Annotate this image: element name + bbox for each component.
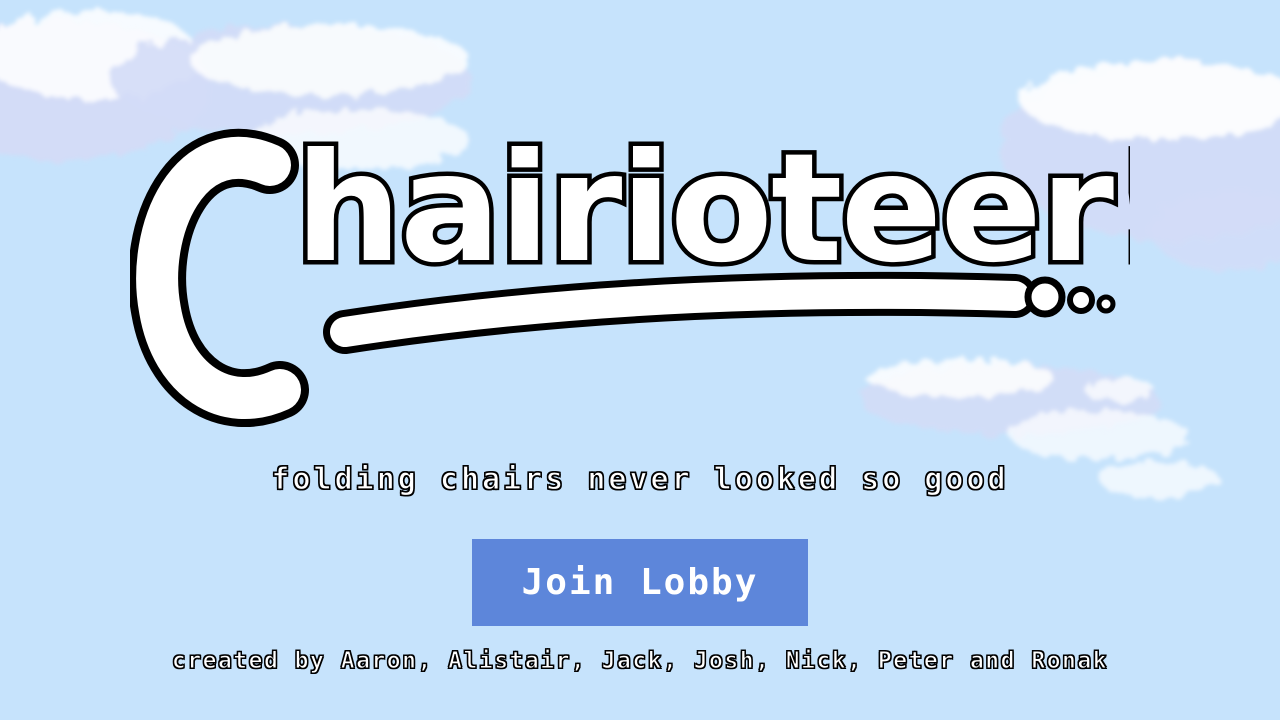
tagline: folding chairs never looked so good	[271, 461, 1009, 497]
logo-big-c	[130, 129, 309, 427]
join-lobby-button[interactable]: Join Lobby	[472, 539, 808, 626]
credits-text: created by Aaron, Alistair, Jack, Josh, …	[171, 648, 1109, 675]
logo-text: hairioteer!	[295, 122, 1130, 296]
game-logo: hairioteer!	[130, 118, 1130, 427]
